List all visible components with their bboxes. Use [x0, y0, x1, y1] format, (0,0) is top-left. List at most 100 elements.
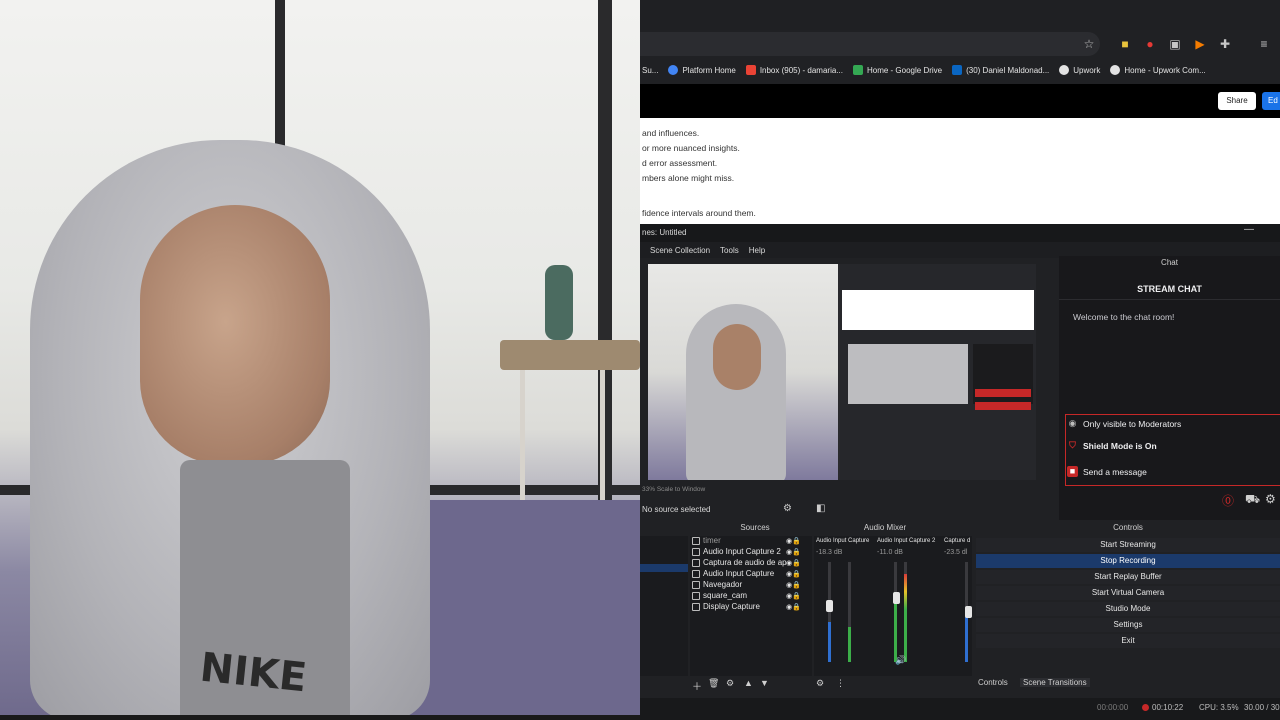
fps: 30.00 / 30 — [1244, 703, 1280, 712]
start-streaming-button[interactable]: Start Streaming — [976, 538, 1280, 552]
camera-icon — [692, 591, 700, 600]
bookmark-icon — [952, 65, 963, 75]
bookmark-icon — [745, 65, 756, 75]
gear-icon[interactable]: ⚙ — [783, 503, 792, 514]
bookmark[interactable]: Home - Upwork Com... — [1110, 65, 1206, 75]
monitor-icon — [692, 602, 700, 611]
source-item[interactable]: Navegador — [692, 580, 742, 589]
scenes-dock — [640, 536, 688, 676]
gear-icon[interactable]: ⚙ — [726, 678, 734, 689]
bookmark[interactable]: Platform Home — [668, 65, 736, 75]
studio-mode-button[interactable]: Studio Mode — [976, 602, 1280, 616]
obs-titlebar: nes: Untitled — [640, 224, 1280, 242]
settings-button[interactable]: Settings — [976, 618, 1280, 632]
doc-line: and influences. — [642, 128, 700, 138]
bookmark-icon — [852, 65, 863, 75]
shield-icon: ⛉ — [1069, 440, 1076, 450]
shield-mode-label: Shield Mode is On — [1083, 440, 1157, 451]
edit-button[interactable]: Ed — [1262, 92, 1280, 110]
bookmark-icon — [1059, 65, 1070, 75]
chat-dock: Chat STREAM CHAT Welcome to the chat roo… — [1059, 256, 1280, 520]
mixer-dock — [814, 536, 972, 676]
more-icon[interactable]: ⋮ — [836, 678, 845, 689]
source-item[interactable]: Display Capture — [692, 602, 760, 611]
tab-controls[interactable]: Controls — [978, 678, 1008, 687]
sources-dock-title: Sources — [740, 523, 770, 532]
start-virtual-camera-button[interactable]: Start Virtual Camera — [976, 586, 1280, 600]
bookmarks-bar: Su... Platform Home Inbox (905) - damari… — [640, 60, 1280, 80]
side-table — [500, 340, 640, 370]
visibility-lock-icons[interactable]: ◉🔒 ◉🔒 ◉🔒 ◉🔒 ◉🔒 ◉🔒 ◉🔒 — [786, 536, 801, 613]
volume-slider[interactable] — [965, 606, 972, 618]
mixer-channel-label: Capture d — [944, 538, 971, 544]
mixer-channel-label: Audio Input Capture 2 — [877, 538, 936, 544]
source-item[interactable]: Audio Input Capture — [692, 569, 774, 578]
move-up-icon[interactable]: ▲ — [744, 678, 753, 688]
menu-help[interactable]: Help — [749, 246, 765, 255]
menu-icon[interactable]: ≡ — [1257, 37, 1271, 51]
add-source-icon[interactable]: ＋ — [692, 678, 702, 693]
volume-meter — [894, 562, 897, 662]
desktop-capture: ☆ ■ ● ▣ ▶ ✚ ≡ Su... Platform Home Inbox … — [640, 0, 1280, 720]
bookmark[interactable]: Su... — [642, 66, 658, 75]
extension-icon[interactable]: ● — [1143, 37, 1157, 51]
obs-window: nes: Untitled — Scene Collection Tools H… — [640, 224, 1280, 720]
address-bar[interactable] — [640, 32, 1100, 56]
doc-line: mbers alone might miss. — [642, 173, 735, 183]
bookmark-icon — [1110, 65, 1121, 75]
cart-icon[interactable]: ⛟ — [1245, 492, 1260, 508]
mixer-db: -18.3 dB — [816, 549, 843, 556]
volume-meter — [828, 562, 831, 662]
menu-tools[interactable]: Tools — [720, 246, 739, 255]
cpu-usage: CPU: 3.5% — [1199, 703, 1239, 712]
volume-slider[interactable] — [893, 592, 900, 604]
doc-line: fidence intervals around them. — [642, 208, 756, 218]
extension-icon[interactable]: ▣ — [1168, 37, 1182, 51]
play-icon[interactable]: ▶ — [1193, 37, 1207, 51]
gear-icon[interactable]: ⚙ — [1265, 492, 1276, 506]
speaker-icon[interactable]: 🔊 — [895, 655, 906, 666]
screen: NIKE ☆ ■ ● ▣ ▶ ✚ ≡ Su... Platform Home I… — [0, 0, 1280, 720]
tab-scene-transitions[interactable]: Scene Transitions — [1020, 678, 1090, 687]
scene-selected[interactable] — [640, 564, 688, 572]
minimize-icon[interactable]: — — [1244, 224, 1254, 235]
source-item[interactable]: Captura de audio de ap — [692, 558, 787, 567]
star-icon[interactable]: ☆ — [1082, 37, 1096, 51]
trash-icon[interactable]: 🗑 — [708, 678, 719, 689]
move-down-icon[interactable]: ▼ — [760, 678, 769, 688]
eye-icon: ◉ — [1068, 418, 1077, 428]
document-page: and influences. or more nuanced insights… — [640, 118, 1280, 228]
shield-badge-icon[interactable]: ⓪ — [1222, 492, 1234, 509]
mic-icon — [692, 547, 700, 556]
stop-recording-button[interactable]: Stop Recording — [976, 554, 1280, 568]
mixer-db: -23.5 dl — [944, 549, 968, 556]
bookmark[interactable]: Upwork — [1059, 65, 1100, 75]
doc-line: d error assessment. — [642, 158, 718, 168]
source-item[interactable]: timer — [692, 536, 721, 545]
filter-icon[interactable]: ◧ — [816, 503, 825, 514]
bookmark[interactable]: (30) Daniel Maldonad... — [952, 65, 1049, 75]
send-message-input[interactable]: ■ Send a message — [1067, 466, 1147, 477]
source-item[interactable]: Audio Input Capture 2 — [692, 547, 781, 556]
puzzle-icon[interactable]: ✚ — [1218, 37, 1232, 51]
bookmark[interactable]: Home - Google Drive — [852, 65, 942, 75]
preview-scale[interactable]: 33% Scale to Window — [642, 486, 705, 493]
doc-line: or more nuanced insights. — [642, 143, 740, 153]
chat-tab[interactable]: Chat — [1059, 258, 1280, 272]
share-button[interactable]: Share — [1218, 92, 1256, 110]
bookmark-icon — [668, 65, 679, 75]
extension-icon[interactable]: ■ — [1118, 37, 1132, 51]
menu-scene-collection[interactable]: Scene Collection — [650, 246, 710, 255]
start-replay-buffer-button[interactable]: Start Replay Buffer — [976, 570, 1280, 584]
bookmark[interactable]: Inbox (905) - damaria... — [745, 65, 843, 75]
recording-icon — [1142, 704, 1149, 712]
obs-preview[interactable] — [648, 264, 1036, 480]
exit-button[interactable]: Exit — [976, 634, 1280, 648]
face — [140, 205, 330, 465]
volume-slider[interactable] — [826, 600, 833, 612]
mixer-gear-icon[interactable]: ⚙ — [816, 678, 824, 689]
source-item[interactable]: square_cam — [692, 591, 747, 600]
mixer-channel-label: Audio Input Capture — [816, 538, 870, 544]
camera-icon: ■ — [1067, 466, 1078, 477]
mixer-db: -11.0 dB — [877, 549, 903, 556]
